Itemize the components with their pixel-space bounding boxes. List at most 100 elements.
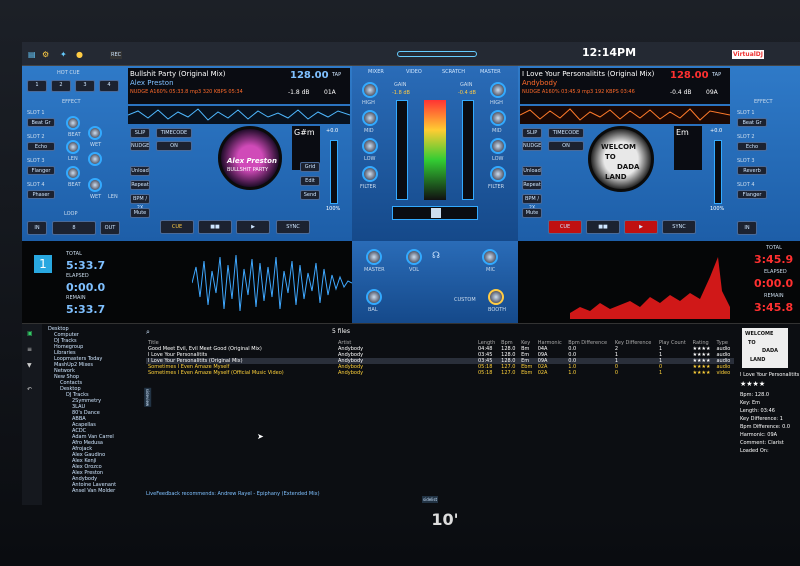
- cell-rating[interactable]: ★★★★: [691, 370, 715, 376]
- headphone-icon[interactable]: ☊: [432, 251, 440, 261]
- deck-2-pitch-slider[interactable]: [714, 140, 722, 204]
- master-knob[interactable]: [366, 249, 382, 265]
- deck-1-sync[interactable]: SYNC: [276, 220, 310, 234]
- deck-2-mute[interactable]: Mute: [522, 208, 542, 218]
- slot-4-select[interactable]: Phaser: [27, 190, 55, 199]
- slot-2-select[interactable]: Echo: [27, 142, 55, 151]
- deck-2-unload[interactable]: Unload: [522, 166, 542, 176]
- slot-1-select[interactable]: Beat Gr: [27, 118, 55, 127]
- mixer-filter-left[interactable]: [362, 166, 378, 182]
- hot-cue-1[interactable]: 1: [27, 80, 47, 92]
- deck-2-timecode[interactable]: TIMECODE: [548, 128, 584, 138]
- deck-2-slip[interactable]: SLIP: [522, 128, 542, 138]
- hot-cue-3[interactable]: 3: [75, 80, 95, 92]
- deck-1-on[interactable]: ON: [156, 141, 192, 151]
- mixer-high-left[interactable]: [362, 82, 378, 98]
- slot-3-select[interactable]: Flanger: [27, 166, 55, 175]
- mixer-low-right[interactable]: [490, 138, 506, 154]
- right-slot-3-select[interactable]: Reverb: [737, 166, 767, 175]
- livefeedback-text[interactable]: LiveFeedback recommends: Andrew Rayel - …: [146, 491, 320, 497]
- mixer-filter-right[interactable]: [490, 166, 506, 182]
- folder-icon[interactable]: ▣: [27, 330, 33, 337]
- mixer-high-right[interactable]: [490, 82, 506, 98]
- deck-2-cue[interactable]: CUE: [548, 220, 582, 234]
- deck-1-cue[interactable]: CUE: [160, 220, 194, 234]
- history-icon[interactable]: ↶: [27, 386, 32, 393]
- fx-knob-6[interactable]: [88, 178, 102, 192]
- search-icon[interactable]: ⌕: [146, 328, 150, 337]
- folder-item[interactable]: Ansel Van Molder: [72, 488, 115, 494]
- mixer-mid-right[interactable]: [490, 110, 506, 126]
- deck-1-bpm-btn[interactable]: BPM / 2X: [130, 194, 150, 211]
- deck-2-play[interactable]: ▶: [624, 220, 658, 234]
- deck-2-waveform[interactable]: [520, 106, 730, 124]
- hot-cue-4[interactable]: 4: [99, 80, 119, 92]
- deck-2-tap[interactable]: TAP: [712, 72, 721, 78]
- bal-knob[interactable]: [366, 289, 382, 305]
- vol-knob[interactable]: [406, 249, 422, 265]
- mixer-low-left[interactable]: [362, 138, 378, 154]
- layout-selector[interactable]: [397, 51, 477, 57]
- info-rating[interactable]: ★★★★: [740, 380, 765, 388]
- deck-2-jog-wheel[interactable]: WELCOM TO DADA LAND: [588, 126, 654, 192]
- crossfader-knob[interactable]: [431, 208, 441, 218]
- fx-knob-3[interactable]: [66, 140, 80, 154]
- sideview-tab[interactable]: sideview: [144, 387, 152, 408]
- deck-1-jog-wheel[interactable]: Alex Preston BULLSHIT PARTY: [218, 126, 282, 190]
- deck-1-timecode[interactable]: TIMECODE: [156, 128, 192, 138]
- network-icon[interactable]: ✦: [60, 50, 67, 59]
- record-icon[interactable]: ●: [76, 50, 83, 59]
- fx-knob-2[interactable]: [88, 126, 102, 140]
- deck-1-repeat[interactable]: Repeat: [130, 180, 150, 190]
- deck-1-grid[interactable]: Grid: [300, 162, 320, 172]
- booth-knob[interactable]: [488, 289, 504, 305]
- col-key-diff[interactable]: Key Difference: [613, 340, 657, 346]
- loop-length[interactable]: 8: [52, 221, 96, 235]
- settings-icon[interactable]: ⚙: [42, 50, 49, 59]
- sidelist-tab[interactable]: sidelist: [422, 496, 439, 503]
- crossfader[interactable]: [392, 206, 478, 220]
- playlist-icon[interactable]: ≡: [27, 346, 32, 353]
- deck-1-pitch-slider[interactable]: [330, 140, 338, 204]
- deck-2-nudge[interactable]: NUDGE: [522, 141, 542, 151]
- deck-1-play[interactable]: ▶: [236, 220, 270, 234]
- mic-knob[interactable]: [482, 249, 498, 265]
- mixer-tab-video[interactable]: VIDEO: [406, 69, 422, 75]
- mixer-mid-left[interactable]: [362, 110, 378, 126]
- table-row[interactable]: Sometimes I Even Amaze Myself (Official …: [146, 370, 734, 376]
- deck-1-overview-waveform[interactable]: [192, 247, 352, 319]
- deck-1-unload[interactable]: Unload: [130, 166, 150, 176]
- fx-knob-5[interactable]: [66, 166, 80, 180]
- deck-2-sync[interactable]: SYNC: [662, 220, 696, 234]
- mixer-tab-master[interactable]: MASTER: [480, 69, 501, 75]
- mixer-tab-mixer[interactable]: MIXER: [368, 69, 384, 75]
- deck-2-on[interactable]: ON: [548, 141, 584, 151]
- rec-button[interactable]: REC: [110, 51, 123, 59]
- browser-icon[interactable]: ▤: [28, 50, 36, 59]
- right-slot-4-select[interactable]: Flanger: [737, 190, 767, 199]
- deck-1-pause[interactable]: ■■: [198, 220, 232, 234]
- deck-2-bpm-btn[interactable]: BPM / 2X: [522, 194, 542, 211]
- mixer-tab-scratch[interactable]: SCRATCH: [442, 69, 465, 75]
- deck-1-nudge[interactable]: NUDGE: [130, 141, 150, 151]
- fx-knob-4[interactable]: [88, 152, 102, 166]
- deck-2-overview-waveform[interactable]: [570, 247, 730, 319]
- deck-1-mute[interactable]: Mute: [130, 208, 150, 218]
- deck-1-send[interactable]: Send: [300, 190, 320, 200]
- loop-in-button[interactable]: IN: [27, 221, 47, 235]
- hot-cue-2[interactable]: 2: [51, 80, 71, 92]
- deck-1-slip[interactable]: SLIP: [130, 128, 150, 138]
- filter-icon[interactable]: ▼: [27, 362, 32, 369]
- volume-fader-left[interactable]: [396, 100, 408, 200]
- deck-2-pause[interactable]: ■■: [586, 220, 620, 234]
- right-slot-1-select[interactable]: Beat Gr: [737, 118, 767, 127]
- fx-knob-1[interactable]: [66, 116, 80, 130]
- deck-1-edit[interactable]: Edit: [300, 176, 320, 186]
- right-loop-in[interactable]: IN: [737, 221, 757, 235]
- deck-1-waveform[interactable]: [128, 106, 350, 124]
- deck-1-tap[interactable]: TAP: [332, 72, 341, 78]
- loop-out-button[interactable]: OUT: [100, 221, 120, 235]
- volume-fader-right[interactable]: [462, 100, 474, 200]
- right-slot-2-select[interactable]: Echo: [737, 142, 767, 151]
- deck-2-repeat[interactable]: Repeat: [522, 180, 542, 190]
